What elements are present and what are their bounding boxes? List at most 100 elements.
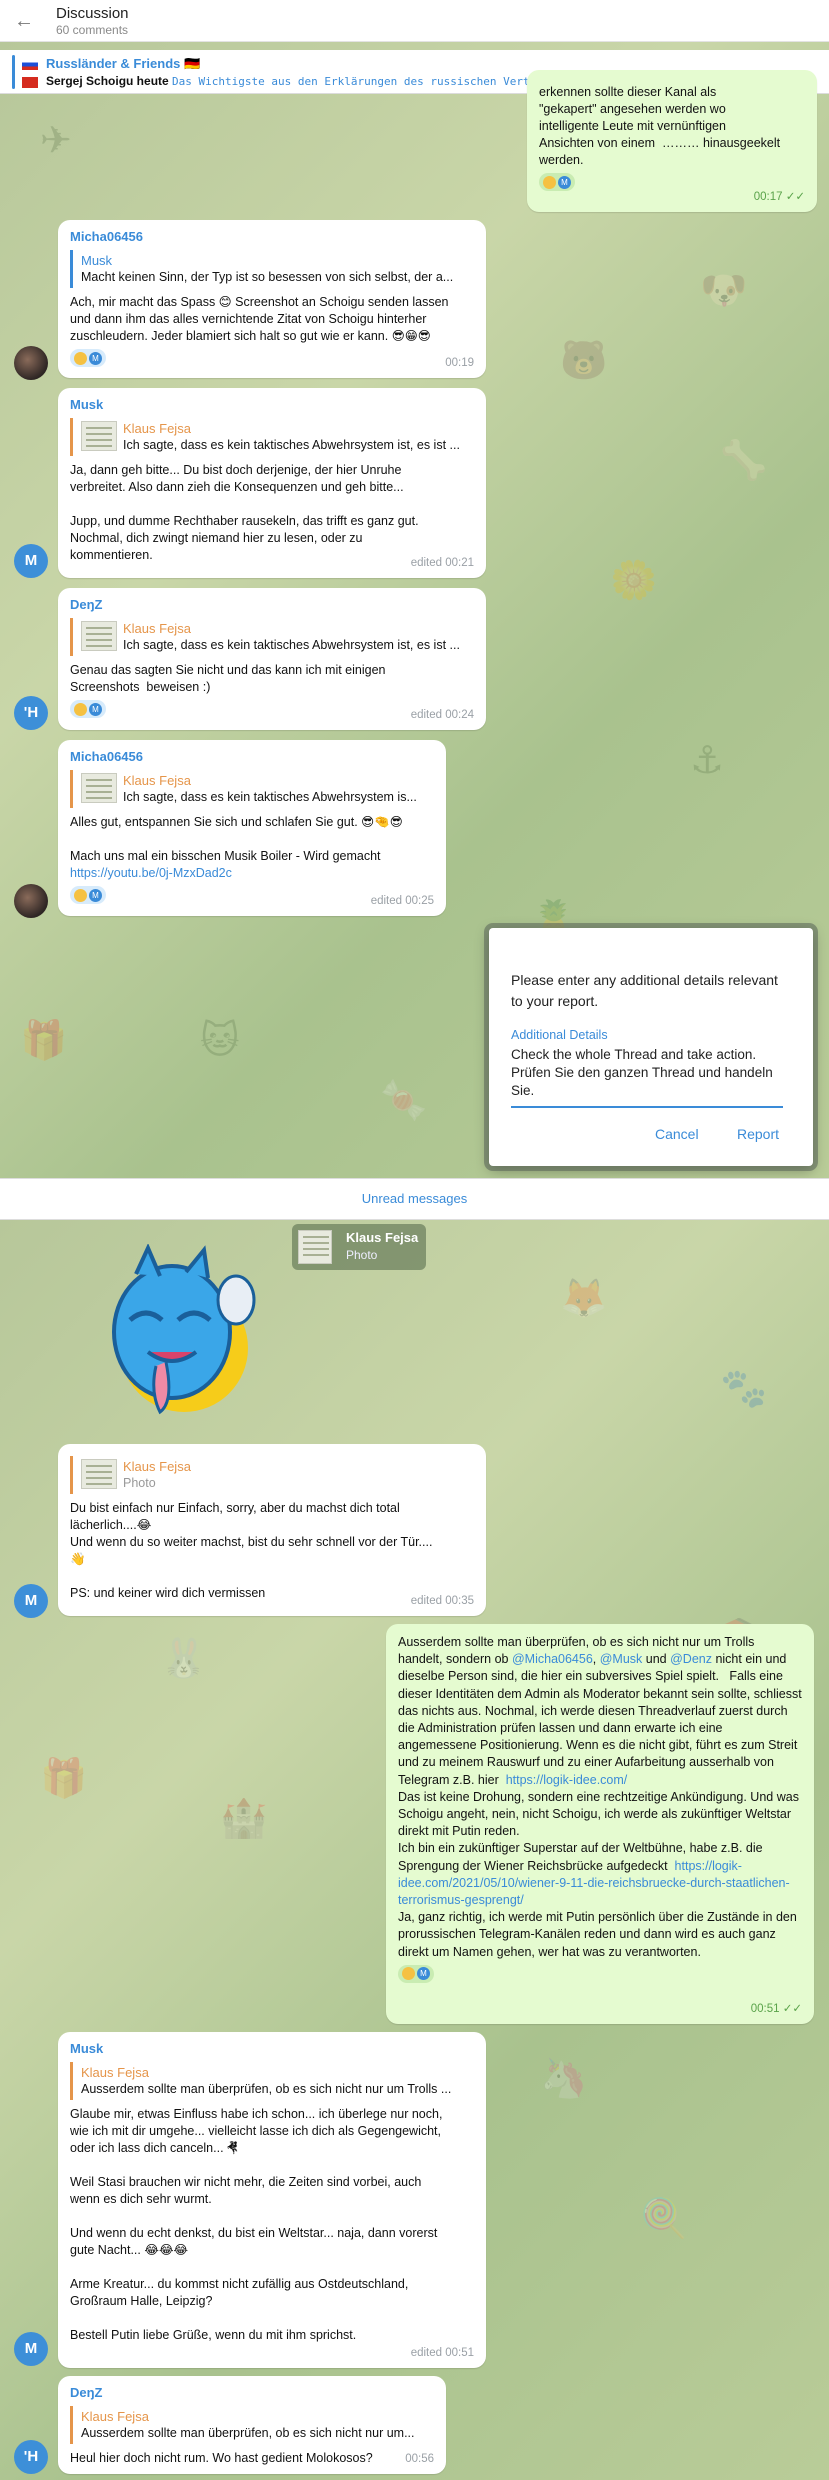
- emoji-reaction-icon: [402, 1967, 415, 1981]
- reply-text: Ausserdem sollte man überprüfen, ob es s…: [81, 2082, 452, 2096]
- avatar[interactable]: [14, 884, 48, 918]
- message-text: Du bist einfach nur Einfach, sorry, aber…: [70, 1501, 433, 1600]
- additional-details-label: Additional Details: [511, 1028, 608, 1042]
- reaction[interactable]: M: [70, 886, 106, 904]
- report-dialog: Please enter any additional details rele…: [489, 928, 813, 1166]
- reaction[interactable]: M: [70, 700, 106, 718]
- cancel-button[interactable]: Cancel: [655, 1126, 699, 1142]
- message-link[interactable]: https://logik-idee.com/: [506, 1773, 628, 1787]
- avatar[interactable]: [14, 346, 48, 380]
- reply-author: Klaus Fejsa: [81, 2065, 149, 2080]
- message-text: Genau das sagten Sie nicht und das kann …: [70, 663, 386, 694]
- forwarded-photo-card[interactable]: Klaus Fejsa Photo: [292, 1224, 426, 1270]
- message-bubble[interactable]: Musk Klaus Fejsa Ausserdem sollte man üb…: [58, 2032, 486, 2368]
- comment-count: 60 comments: [56, 23, 129, 37]
- reactor-avatar: M: [417, 1967, 430, 1981]
- reaction[interactable]: M: [70, 349, 106, 367]
- message-time: edited 00:25: [370, 895, 434, 907]
- message-bubble[interactable]: Klaus Fejsa Photo Du bist einfach nur Ei…: [58, 1444, 486, 1616]
- reply-author: Klaus Fejsa: [123, 1459, 191, 1474]
- reply-text: Ich sagte, dass es kein taktisches Abweh…: [123, 438, 460, 452]
- reactor-avatar: M: [89, 351, 102, 365]
- reaction[interactable]: M: [398, 1964, 434, 1983]
- reply-preview[interactable]: Klaus Fejsa Photo: [70, 1456, 474, 1494]
- mention-link[interactable]: @Micha06456: [512, 1652, 593, 1666]
- back-arrow-icon[interactable]: ←: [14, 10, 34, 33]
- message-bubble[interactable]: Micha06456 Klaus Fejsa Ich sagte, dass e…: [58, 740, 446, 916]
- forward-author: Klaus Fejsa: [346, 1230, 419, 1245]
- message-bubble[interactable]: Musk Klaus Fejsa Ich sagte, dass es kein…: [58, 388, 486, 578]
- message-bubble[interactable]: DeŋZ Klaus Fejsa Ausserdem sollte man üb…: [58, 2376, 446, 2474]
- channel-avatar-icon: [22, 77, 38, 88]
- reply-thumbnail: [81, 621, 117, 651]
- reply-author: Klaus Fejsa: [123, 773, 191, 788]
- reply-preview[interactable]: Klaus Fejsa Ausserdem sollte man überprü…: [70, 2406, 434, 2444]
- reply-preview[interactable]: Klaus Fejsa Ich sagte, dass es kein takt…: [70, 418, 474, 456]
- reply-text: Photo: [123, 1476, 156, 1490]
- avatar[interactable]: M: [14, 2332, 48, 2366]
- message-bubble[interactable]: DeŋZ Klaus Fejsa Ich sagte, dass es kein…: [58, 588, 486, 730]
- message-text: Ausserdem sollte man überprüfen, ob es s…: [398, 1635, 806, 1959]
- message-time: 00:51 ✓✓: [750, 2003, 802, 2015]
- message-author[interactable]: Micha06456: [70, 748, 434, 766]
- input-underline: [511, 1106, 783, 1108]
- pinned-channel-name: Russländer & Friends 🇩🇪: [46, 56, 201, 71]
- reply-author: Klaus Fejsa: [123, 621, 191, 636]
- reply-preview[interactable]: Musk Macht keinen Sinn, der Typ ist so b…: [70, 250, 474, 288]
- reaction[interactable]: M: [539, 173, 575, 191]
- avatar[interactable]: M: [14, 1584, 48, 1618]
- message-author[interactable]: Musk: [70, 2040, 474, 2058]
- report-button[interactable]: Report: [737, 1126, 779, 1142]
- thumbs-up-emoji-icon: [74, 702, 87, 716]
- reactor-avatar: M: [558, 175, 571, 189]
- reactor-avatar: M: [89, 702, 102, 716]
- clap-emoji-icon: [74, 351, 87, 365]
- pinned-indicator: [12, 55, 15, 89]
- message-text: Glaube mir, etwas Einfluss habe ich scho…: [70, 2107, 443, 2342]
- message-bubble-outgoing[interactable]: erkennen sollte dieser Kanal als "gekape…: [527, 70, 817, 212]
- message-text: Alles gut, entspannen Sie sich und schla…: [70, 815, 403, 863]
- message-time: edited 00:21: [410, 557, 474, 569]
- reply-author: Klaus Fejsa: [123, 421, 191, 436]
- dialog-prompt: Please enter any additional details rele…: [511, 972, 778, 1009]
- forward-type: Photo: [346, 1248, 378, 1262]
- message-author[interactable]: DeŋZ: [70, 2384, 434, 2402]
- message-bubble-outgoing[interactable]: Ausserdem sollte man überprüfen, ob es s…: [386, 1624, 814, 2024]
- avatar[interactable]: 'H: [14, 2440, 48, 2474]
- message-text: Ach, mir macht das Spass 😊 Screenshot an…: [70, 295, 449, 343]
- message-text: Ja, dann geh bitte... Du bist doch derje…: [70, 463, 419, 562]
- mention-link[interactable]: @Musk: [600, 1652, 643, 1666]
- additional-details-input[interactable]: Check the whole Thread and take action. …: [511, 1046, 791, 1100]
- reply-thumbnail: [81, 1459, 117, 1489]
- message-time: edited 00:51: [410, 2347, 474, 2359]
- reply-preview[interactable]: Klaus Fejsa Ich sagte, dass es kein takt…: [70, 618, 474, 656]
- message-time: 00:17 ✓✓: [753, 191, 805, 203]
- reply-preview[interactable]: Klaus Fejsa Ich sagte, dass es kein takt…: [70, 770, 434, 808]
- message-text: erkennen sollte dieser Kanal als "gekape…: [539, 85, 781, 167]
- photo-thumbnail: [298, 1230, 332, 1264]
- message-text: Heul hier doch nicht rum. Wo hast gedien…: [70, 2451, 373, 2465]
- avatar[interactable]: 'H: [14, 696, 48, 730]
- reply-preview[interactable]: Klaus Fejsa Ausserdem sollte man überprü…: [70, 2062, 474, 2100]
- avatar[interactable]: M: [14, 544, 48, 578]
- unread-messages-divider: Unread messages: [0, 1178, 829, 1220]
- message-bubble[interactable]: Micha06456 Musk Macht keinen Sinn, der T…: [58, 220, 486, 378]
- page-title: Discussion: [56, 5, 129, 22]
- message-link[interactable]: https://youtu.be/0j-MzxDad2c: [70, 865, 434, 882]
- message-author[interactable]: Micha06456: [70, 228, 474, 246]
- message-author[interactable]: Musk: [70, 396, 474, 414]
- reply-text: Ausserdem sollte man überprüfen, ob es s…: [81, 2426, 415, 2440]
- mention-link[interactable]: @Denz: [670, 1652, 712, 1666]
- message-time: 00:19: [445, 357, 474, 369]
- emoji-reaction-icon: [543, 175, 556, 189]
- reactor-avatar: M: [89, 888, 102, 902]
- russia-flag-icon: [22, 59, 38, 70]
- top-bar: ← Discussion 60 comments: [0, 0, 829, 42]
- message-author[interactable]: DeŋZ: [70, 596, 474, 614]
- clap-emoji-icon: [74, 888, 87, 902]
- reply-thumbnail: [81, 421, 117, 451]
- message-time: 00:56: [405, 2453, 434, 2465]
- sticker-image[interactable]: [108, 1243, 260, 1428]
- reply-text: Ich sagte, dass es kein taktisches Abweh…: [123, 638, 460, 652]
- reply-author: Musk: [81, 253, 113, 268]
